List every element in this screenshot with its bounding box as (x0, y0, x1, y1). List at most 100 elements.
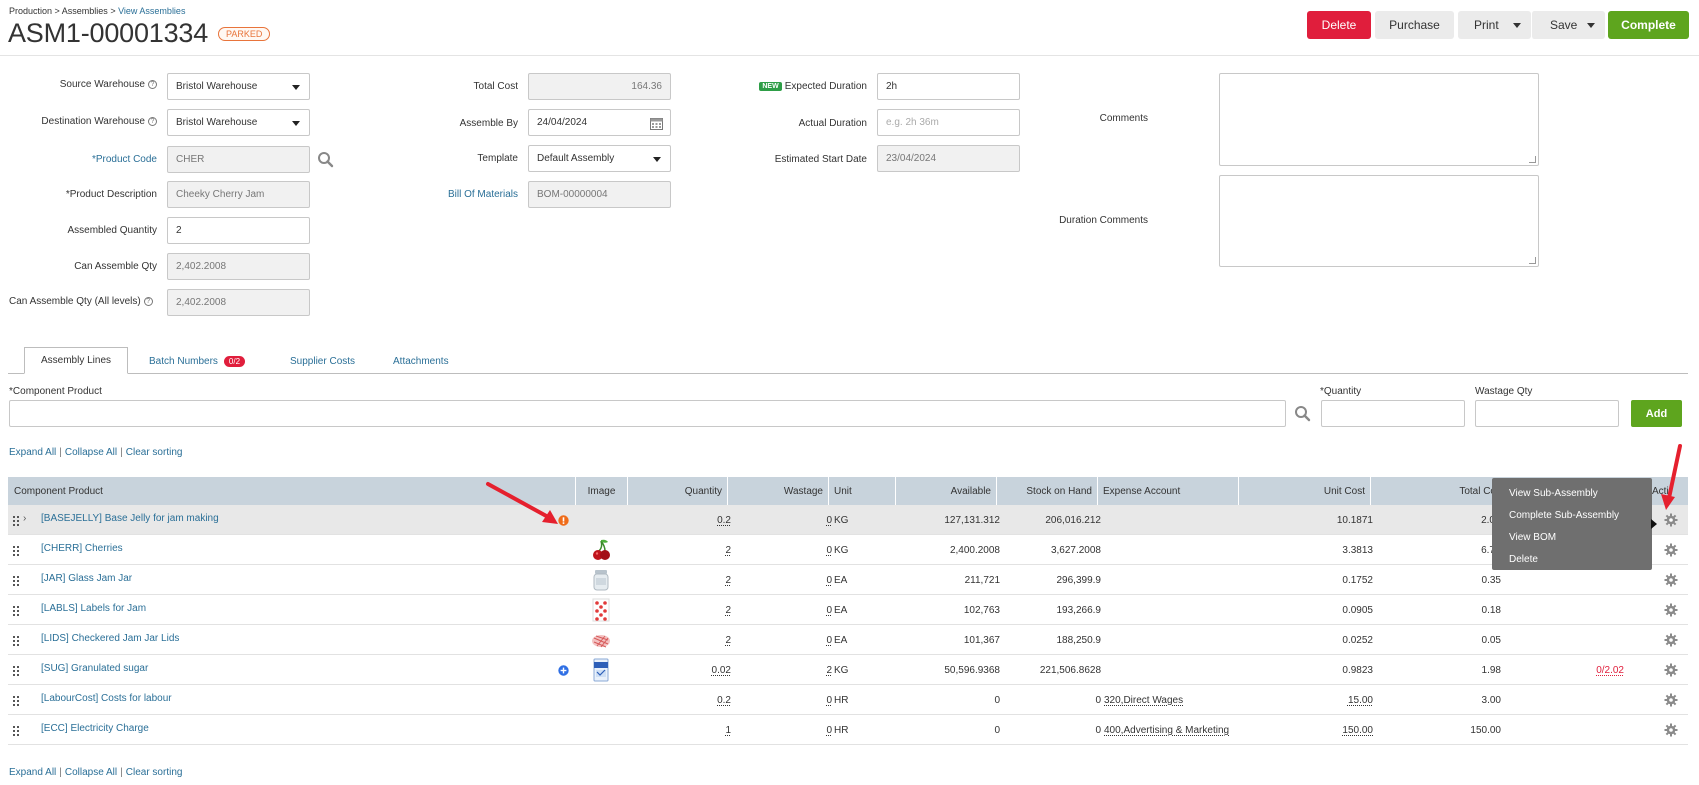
drag-handle-icon[interactable] (13, 636, 20, 646)
expense-account-value[interactable]: 400,Advertising & Marketing (1104, 725, 1229, 736)
help-icon[interactable]: ? (148, 117, 157, 126)
table-row[interactable]: [LIDS] Checkered Jam Jar Lids 2 0 EA 101,367… (8, 625, 1688, 655)
add-button[interactable]: Add (1631, 400, 1682, 427)
gear-icon[interactable] (1664, 693, 1678, 707)
resize-handle-icon[interactable] (1529, 156, 1536, 163)
wastage-value[interactable]: 0 (826, 605, 832, 616)
drag-handle-icon[interactable] (13, 546, 20, 556)
table-row[interactable]: [CHERR] Cherries 2 0 KG 2,400.2008 3,627.2008… (8, 535, 1688, 565)
tab-assembly-lines[interactable]: Assembly Lines (24, 347, 129, 374)
expected-duration-input[interactable]: 2h (877, 73, 1020, 100)
chevron-right-icon[interactable]: › (23, 513, 26, 524)
component-product-link[interactable]: [LabourCost] Costs for labour (41, 693, 172, 704)
collapse-all-link[interactable]: Collapse All (65, 447, 117, 458)
destination-warehouse-select[interactable]: Bristol Warehouse (167, 109, 310, 136)
search-icon[interactable] (317, 151, 334, 168)
duration-comments-textarea[interactable] (1219, 175, 1539, 267)
col-expense-account[interactable]: Expense Account (1098, 477, 1239, 505)
product-image[interactable] (591, 568, 611, 592)
actual-duration-input[interactable]: e.g. 2h 36m (877, 109, 1020, 136)
purchase-button[interactable]: Purchase (1375, 11, 1454, 39)
product-image[interactable] (591, 538, 611, 562)
drag-handle-icon[interactable] (13, 696, 20, 706)
col-available[interactable]: Available (896, 477, 997, 505)
wastage-value[interactable]: 0 (826, 635, 832, 646)
menu-view-bom[interactable]: View BOM (1492, 528, 1652, 550)
quantity-value[interactable]: 0.2 (717, 695, 731, 706)
product-image[interactable] (591, 598, 611, 622)
gear-icon[interactable] (1664, 573, 1678, 587)
print-button[interactable]: Print (1458, 11, 1531, 39)
product-description-field[interactable]: Cheeky Cherry Jam (167, 181, 310, 208)
product-code-field[interactable]: CHER (167, 146, 310, 173)
component-product-link[interactable]: [SUG] Granulated sugar (41, 663, 148, 674)
template-select[interactable]: Default Assembly (528, 145, 671, 172)
quantity-value[interactable]: 2 (725, 635, 731, 646)
col-stock-on-hand[interactable]: Stock on Hand (997, 477, 1098, 505)
table-row[interactable]: [LABLS] Labels for Jam 2 0 EA 102,763 193,266… (8, 595, 1688, 625)
component-product-link[interactable]: [LABLS] Labels for Jam (41, 603, 146, 614)
calendar-icon[interactable] (650, 117, 663, 130)
col-total-cost[interactable]: Total Co (1371, 477, 1496, 505)
wastage-value[interactable]: 0 (826, 575, 832, 586)
unit-cost-value[interactable]: 150.00 (1342, 725, 1373, 736)
component-product-link[interactable]: [JAR] Glass Jam Jar (41, 573, 132, 584)
quantity-value[interactable]: 2 (725, 605, 731, 616)
wastage-value[interactable]: 2 (826, 665, 832, 676)
table-row[interactable]: › [BASEJELLY] Base Jelly for jam making 0.… (8, 505, 1688, 535)
tab-supplier-costs[interactable]: Supplier Costs (290, 348, 355, 374)
gear-icon[interactable] (1664, 513, 1678, 527)
gear-icon[interactable] (1664, 603, 1678, 617)
clear-sorting-link[interactable]: Clear sorting (126, 767, 183, 778)
expand-all-link[interactable]: Expand All (9, 447, 56, 458)
wastage-value[interactable]: 0 (826, 515, 832, 526)
wastage-value[interactable]: 0 (826, 695, 832, 706)
component-product-link[interactable]: [CHERR] Cherries (41, 543, 123, 554)
component-product-link[interactable]: [ECC] Electricity Charge (41, 723, 149, 734)
assemble-by-date-input[interactable]: 24/04/2024 (528, 109, 671, 136)
drag-handle-icon[interactable] (13, 726, 20, 736)
col-unit[interactable]: Unit (829, 477, 896, 505)
component-product-link[interactable]: [BASEJELLY] Base Jelly for jam making (41, 513, 219, 524)
component-product-input[interactable] (9, 400, 1286, 427)
quantity-value[interactable]: 0.02 (712, 665, 731, 676)
delete-button[interactable]: Delete (1307, 11, 1371, 39)
breadcrumb-production[interactable]: Production (9, 6, 52, 16)
batch-status-link[interactable]: 0/2.02 (1596, 665, 1624, 676)
collapse-all-link[interactable]: Collapse All (65, 767, 117, 778)
breadcrumb-view-assemblies[interactable]: View Assemblies (118, 6, 185, 16)
complete-button[interactable]: Complete (1608, 11, 1689, 39)
product-image[interactable] (591, 658, 611, 682)
component-product-link[interactable]: [LIDS] Checkered Jam Jar Lids (41, 633, 179, 644)
table-row[interactable]: [JAR] Glass Jam Jar 2 0 EA 211,721 296,399.9 0… (8, 565, 1688, 595)
source-warehouse-select[interactable]: Bristol Warehouse (167, 73, 310, 100)
drag-handle-icon[interactable] (13, 606, 20, 616)
table-row[interactable]: [ECC] Electricity Charge 1 0 HR 0 0 400,Advert… (8, 715, 1688, 745)
gear-icon[interactable] (1664, 633, 1678, 647)
gear-icon[interactable] (1664, 543, 1678, 557)
quantity-value[interactable]: 2 (725, 545, 731, 556)
tab-attachments[interactable]: Attachments (393, 348, 449, 374)
drag-handle-icon[interactable] (13, 516, 20, 526)
product-image[interactable] (591, 628, 611, 652)
assembled-quantity-input[interactable]: 2 (167, 217, 310, 244)
help-icon[interactable]: ? (143, 297, 153, 306)
add-circle-icon[interactable] (558, 665, 569, 676)
wastage-qty-input[interactable] (1475, 400, 1619, 427)
wastage-value[interactable]: 0 (826, 725, 832, 736)
tab-batch-numbers[interactable]: Batch Numbers 0/2 (149, 348, 246, 374)
menu-delete[interactable]: Delete (1492, 550, 1652, 572)
col-image[interactable]: Image (576, 477, 628, 505)
search-icon[interactable] (1294, 405, 1311, 422)
table-row[interactable]: [LabourCost] Costs for labour 0.2 0 HR 0 0 320… (8, 685, 1688, 715)
resize-handle-icon[interactable] (1529, 257, 1536, 264)
comments-textarea[interactable] (1219, 73, 1539, 166)
breadcrumb-assemblies[interactable]: Assemblies (62, 6, 108, 16)
expand-all-link[interactable]: Expand All (9, 767, 56, 778)
gear-icon[interactable] (1664, 723, 1678, 737)
gear-icon[interactable] (1664, 663, 1678, 677)
unit-cost-value[interactable]: 15.00 (1348, 695, 1373, 706)
quantity-value[interactable]: 2 (725, 575, 731, 586)
menu-complete-sub-assembly[interactable]: Complete Sub-Assembly (1492, 506, 1652, 528)
drag-handle-icon[interactable] (13, 666, 20, 676)
